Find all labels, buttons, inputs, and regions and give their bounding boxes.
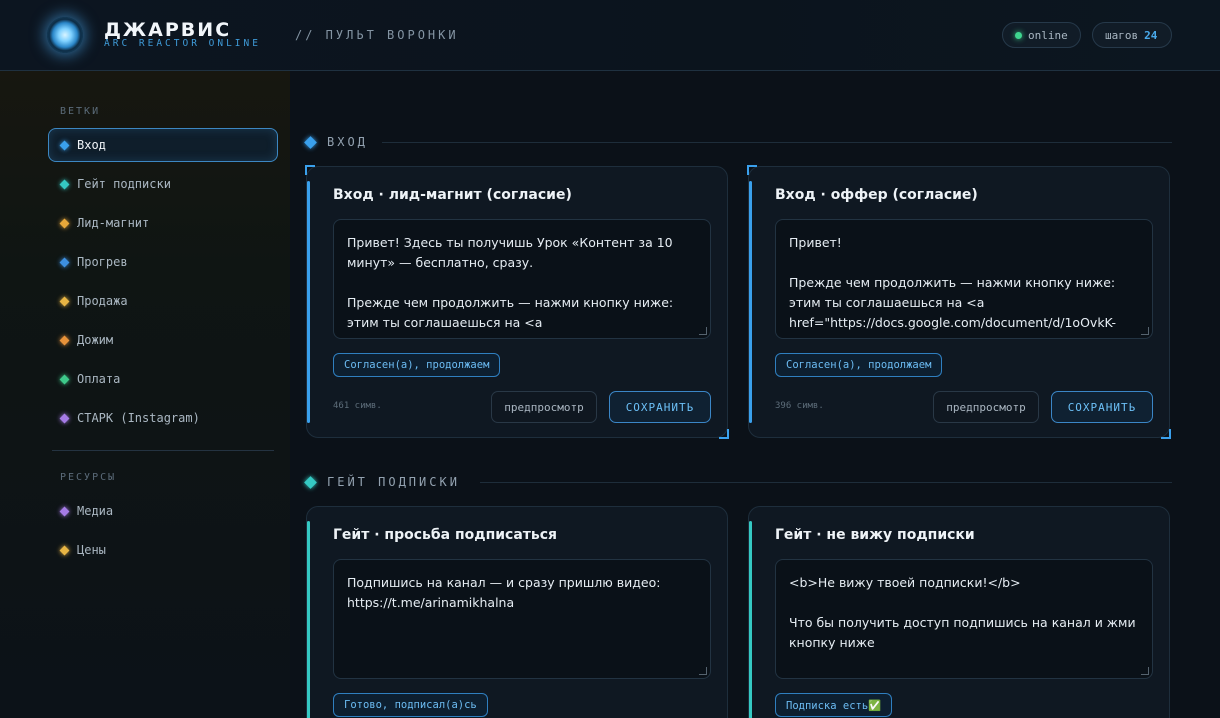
inline-button-chip[interactable]: Готово, подписал(а)сь (333, 693, 488, 717)
card-title: Гейт · просьба подписаться (333, 527, 558, 543)
diamond-icon (59, 506, 70, 516)
sidebar-item-media[interactable]: Медиа (48, 494, 278, 528)
diamond-icon (59, 413, 70, 423)
diamond-icon (59, 218, 70, 228)
sidebar-heading-branches: ВЕТКИ (60, 106, 101, 117)
header-section-title: // ПУЛЬТ ВОРОНКИ (295, 28, 459, 42)
resize-handle-icon[interactable] (699, 327, 707, 335)
sidebar-item-label: Гейт подписки (77, 177, 171, 191)
sidebar-item-gate[interactable]: Гейт подписки (48, 167, 278, 201)
status-label: online (1028, 28, 1068, 42)
resize-handle-icon[interactable] (1141, 667, 1149, 675)
sidebar-item-label: Прогрев (77, 255, 128, 269)
save-button[interactable]: СОХРАНИТЬ (1051, 391, 1153, 423)
diamond-icon (304, 475, 317, 489)
resize-handle-icon[interactable] (699, 667, 707, 675)
corner-bracket (719, 429, 729, 439)
diamond-icon (304, 135, 317, 149)
sidebar-heading-resources: РЕСУРСЫ (60, 472, 117, 483)
corner-bracket (305, 165, 315, 175)
steps-count: 24 (1144, 28, 1158, 42)
resize-handle-icon[interactable] (1141, 327, 1149, 335)
steps-label: шагов (1105, 28, 1139, 42)
message-textarea[interactable]: <b>Не вижу твоей подписки!</b> Что бы по… (775, 559, 1153, 679)
section-divider (382, 142, 1172, 143)
sidebar-item-label: Лид-магнит (77, 216, 150, 230)
card-accent-bar (307, 521, 310, 718)
sidebar-item-label: Оплата (77, 372, 121, 386)
card-title: Вход · лид-магнит (согласие) (333, 187, 572, 203)
sidebar-item-label: СТАРК (Instagram) (77, 411, 200, 425)
sidebar-item-label: Вход (77, 138, 106, 152)
corner-bracket (1161, 429, 1171, 439)
arc-reactor-icon (47, 17, 83, 53)
message-textarea[interactable]: Подпишись на канал — и сразу пришлю виде… (333, 559, 711, 679)
message-textarea[interactable]: Привет! Прежде чем продолжить — нажми кн… (775, 219, 1153, 339)
card-accent-bar (307, 181, 310, 423)
sidebar-item-label: Продажа (77, 294, 128, 308)
sidebar: ВЕТКИ Вход Гейт подписки Лид-магнит Прог… (0, 71, 290, 718)
card-accent-bar (749, 181, 752, 423)
sidebar-item-label: Медиа (77, 504, 114, 518)
sidebar-item-prices[interactable]: Цены (48, 533, 278, 567)
section-title-vhod: ВХОД (304, 135, 368, 149)
preview-button[interactable]: предпросмотр (933, 391, 1039, 423)
diamond-icon (59, 257, 70, 267)
inline-button-chip[interactable]: Подписка есть✅ (775, 693, 893, 717)
diamond-icon (59, 296, 70, 306)
sidebar-divider (52, 450, 274, 451)
message-card: Гейт · не вижу подписки <b>Не вижу твоей… (748, 506, 1170, 718)
corner-bracket (747, 165, 757, 175)
steps-badge: шагов 24 (1092, 22, 1172, 48)
diamond-icon (59, 140, 70, 150)
message-textarea[interactable]: Привет! Здесь ты получишь Урок «Контент … (333, 219, 711, 339)
card-title: Вход · оффер (согласие) (775, 187, 978, 203)
save-button[interactable]: СОХРАНИТЬ (609, 391, 711, 423)
sidebar-item-label: Цены (77, 543, 106, 557)
diamond-icon (59, 545, 70, 555)
card-accent-bar (749, 521, 752, 718)
inline-button-chip[interactable]: Согласен(а), продолжаем (775, 353, 943, 377)
message-card: Гейт · просьба подписаться Подпишись на … (306, 506, 728, 718)
section-title-label: ВХОД (327, 135, 368, 149)
sidebar-item-vhod[interactable]: Вход (48, 128, 278, 162)
sidebar-item-followup[interactable]: Дожим (48, 323, 278, 357)
char-count: 461 симв. (333, 401, 382, 411)
sidebar-item-warmup[interactable]: Прогрев (48, 245, 278, 279)
section-divider (480, 482, 1172, 483)
diamond-icon (59, 179, 70, 189)
app-header: ДЖАРВИС ARC REACTOR ONLINE // ПУЛЬТ ВОРО… (0, 0, 1220, 71)
message-card: Вход · оффер (согласие) Привет! Прежде ч… (747, 165, 1171, 439)
card-title: Гейт · не вижу подписки (775, 527, 975, 543)
section-title-label: ГЕЙТ ПОДПИСКИ (327, 475, 460, 489)
sidebar-item-stark[interactable]: СТАРК (Instagram) (48, 401, 278, 435)
sidebar-item-sale[interactable]: Продажа (48, 284, 278, 318)
message-card: Вход · лид-магнит (согласие) Привет! Зде… (305, 165, 729, 439)
diamond-icon (59, 335, 70, 345)
sidebar-item-lead-magnet[interactable]: Лид-магнит (48, 206, 278, 240)
status-badge: online (1002, 22, 1081, 48)
sidebar-item-payment[interactable]: Оплата (48, 362, 278, 396)
brand-subtitle: ARC REACTOR ONLINE (104, 38, 261, 49)
inline-button-chip[interactable]: Согласен(а), продолжаем (333, 353, 501, 377)
diamond-icon (59, 374, 70, 384)
sidebar-item-label: Дожим (77, 333, 114, 347)
online-dot-icon (1015, 31, 1022, 39)
preview-button[interactable]: предпросмотр (491, 391, 597, 423)
char-count: 396 симв. (775, 401, 824, 411)
section-title-gate: ГЕЙТ ПОДПИСКИ (304, 475, 460, 489)
